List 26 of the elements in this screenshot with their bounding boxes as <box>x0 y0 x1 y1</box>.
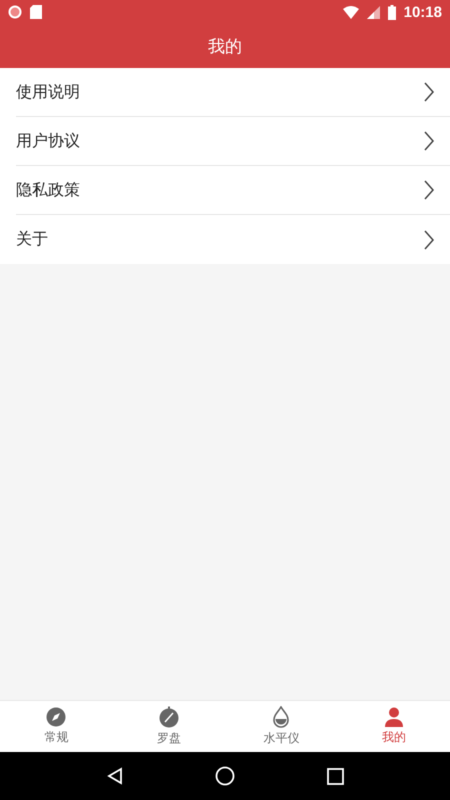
nav-tab[interactable]: 我的 <box>338 701 450 752</box>
person-icon <box>384 707 404 727</box>
menu-item[interactable]: 隐私政策 <box>16 166 450 215</box>
menu-item[interactable]: 使用说明 <box>16 68 450 117</box>
menu-item[interactable]: 用户协议 <box>16 117 450 166</box>
chevron-right-icon <box>424 131 434 151</box>
water-drop-icon <box>272 706 290 728</box>
compass-icon <box>46 707 66 727</box>
chevron-right-icon <box>424 180 434 200</box>
status-time: 10:18 <box>404 4 442 20</box>
menu-item[interactable]: 关于 <box>16 215 450 264</box>
nav-tab[interactable]: 罗盘 <box>112 701 225 752</box>
sd-card-icon <box>30 5 42 19</box>
page-title: 我的 <box>208 36 242 58</box>
chevron-right-icon <box>424 230 434 250</box>
recents-icon[interactable] <box>327 768 344 784</box>
nav-tab[interactable]: 水平仪 <box>225 701 338 752</box>
signal-icon <box>366 6 380 18</box>
compass-icon <box>158 706 180 728</box>
back-icon[interactable] <box>106 767 124 785</box>
battery-icon <box>388 4 396 20</box>
chevron-right-icon <box>424 82 434 102</box>
nav-tab[interactable]: 常规 <box>0 701 112 752</box>
wifi-icon <box>342 6 359 18</box>
record-icon <box>8 5 22 19</box>
home-icon[interactable] <box>215 766 236 786</box>
